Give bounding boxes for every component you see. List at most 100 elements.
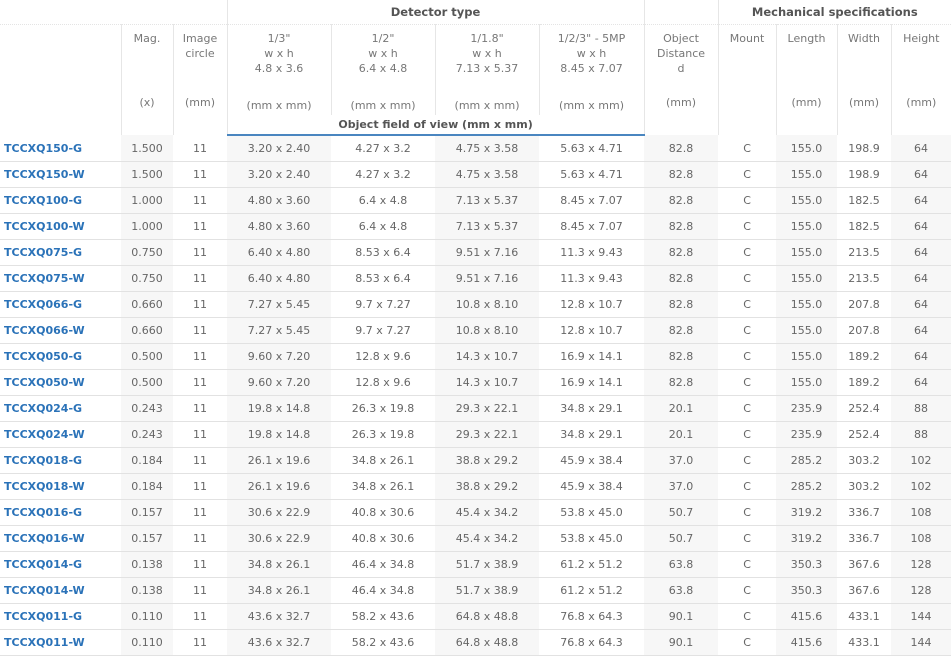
cell-image-circle: 11 (173, 187, 228, 214)
cell-fov-1-1.8: 38.8 x 29.2 (435, 447, 540, 474)
table-row: TCCXQ050-W 0.500 11 9.60 x 7.20 12.8 x 9.6 14… (0, 369, 951, 396)
cell-fov-1-2: 58.2 x 43.6 (331, 629, 436, 656)
cell-product-name[interactable]: TCCXQ018-G (0, 447, 121, 474)
cell-height: 88 (891, 421, 951, 448)
cell-product-name[interactable]: TCCXQ011-G (0, 603, 121, 630)
cell-width: 198.9 (837, 161, 892, 188)
header-detector-5mp: 1/2/3" - 5MP w x h 8.45 x 7.07 (538, 24, 645, 95)
cell-image-circle: 11 (173, 213, 228, 240)
cell-fov-1-2: 4.27 x 3.2 (331, 135, 436, 162)
cell-product-name[interactable]: TCCXQ016-W (0, 525, 121, 552)
table-row: TCCXQ018-G 0.184 11 26.1 x 19.6 34.8 x 26.1 3… (0, 447, 951, 474)
unit-width: (mm) (836, 95, 892, 135)
cell-fov-1-3: 3.20 x 2.40 (227, 161, 332, 188)
cell-fov-1-2: 12.8 x 9.6 (331, 343, 436, 370)
cell-product-name[interactable]: TCCXQ018-W (0, 473, 121, 500)
cell-product-name[interactable]: TCCXQ014-W (0, 577, 121, 604)
cell-magnification: 0.138 (121, 551, 173, 578)
cell-width: 303.2 (837, 473, 892, 500)
cell-length: 155.0 (776, 291, 838, 318)
cell-product-name[interactable]: TCCXQ100-W (0, 213, 121, 240)
cell-width: 367.6 (837, 577, 892, 604)
cell-fov-5mp: 8.45 x 7.07 (539, 187, 645, 214)
cell-fov-5mp: 61.2 x 51.2 (539, 551, 645, 578)
cell-product-name[interactable]: TCCXQ075-W (0, 265, 121, 292)
cell-magnification: 0.184 (121, 473, 173, 500)
cell-product-name[interactable]: TCCXQ024-W (0, 421, 121, 448)
table-row: TCCXQ024-G 0.243 11 19.8 x 14.8 26.3 x 19.8 2… (0, 395, 951, 422)
cell-object-distance: 50.7 (644, 499, 719, 526)
cell-fov-1-3: 4.80 x 3.60 (227, 213, 332, 240)
cell-product-name[interactable]: TCCXQ066-G (0, 291, 121, 318)
cell-width: 336.7 (837, 499, 892, 526)
cell-object-distance: 90.1 (644, 603, 719, 630)
cell-product-name[interactable]: TCCXQ050-G (0, 343, 121, 370)
cell-fov-5mp: 61.2 x 51.2 (539, 577, 645, 604)
cell-fov-5mp: 16.9 x 14.1 (539, 369, 645, 396)
table-row: TCCXQ050-G 0.500 11 9.60 x 7.20 12.8 x 9.6 14… (0, 343, 951, 370)
cell-fov-5mp: 45.9 x 38.4 (539, 447, 645, 474)
cell-length: 155.0 (776, 187, 838, 214)
cell-mount: C (718, 447, 777, 474)
cell-fov-1-1.8: 64.8 x 48.8 (435, 603, 540, 630)
cell-object-distance: 63.8 (644, 577, 719, 604)
header-spacer (0, 0, 228, 25)
cell-fov-5mp: 8.45 x 7.07 (539, 213, 645, 240)
cell-fov-1-1.8: 4.75 x 3.58 (435, 135, 540, 162)
group-header-mechanical: Mechanical specifications (717, 0, 951, 25)
cell-product-name[interactable]: TCCXQ011-W (0, 629, 121, 656)
cell-length: 350.3 (776, 577, 838, 604)
cell-height: 108 (891, 499, 951, 526)
cell-height: 108 (891, 525, 951, 552)
cell-fov-1-2: 26.3 x 19.8 (331, 421, 436, 448)
cell-fov-1-3: 4.80 x 3.60 (227, 187, 332, 214)
cell-fov-1-1.8: 45.4 x 34.2 (435, 525, 540, 552)
cell-mount: C (718, 421, 777, 448)
cell-product-name[interactable]: TCCXQ150-G (0, 135, 121, 162)
cell-product-name[interactable]: TCCXQ016-G (0, 499, 121, 526)
cell-product-name[interactable]: TCCXQ100-G (0, 187, 121, 214)
cell-magnification: 0.500 (121, 369, 173, 396)
cell-fov-1-2: 8.53 x 6.4 (331, 239, 436, 266)
cell-fov-1-1.8: 7.13 x 5.37 (435, 213, 540, 240)
cell-image-circle: 11 (173, 577, 228, 604)
cell-object-distance: 50.7 (644, 525, 719, 552)
cell-fov-5mp: 12.8 x 10.7 (539, 291, 645, 318)
cell-fov-1-3: 30.6 x 22.9 (227, 525, 332, 552)
cell-height: 64 (891, 135, 951, 162)
cell-magnification: 0.660 (121, 317, 173, 344)
cell-fov-1-3: 9.60 x 7.20 (227, 343, 332, 370)
cell-width: 336.7 (837, 525, 892, 552)
table-body: TCCXQ150-G 1.500 11 3.20 x 2.40 4.27 x 3.2 4.… (0, 135, 951, 656)
cell-fov-5mp: 34.8 x 29.1 (539, 421, 645, 448)
cell-fov-5mp: 76.8 x 64.3 (539, 629, 645, 656)
fov-label: Object field of view (mm x mm) (226, 115, 645, 136)
cell-mount: C (718, 551, 777, 578)
table-row: TCCXQ150-G 1.500 11 3.20 x 2.40 4.27 x 3.2 4.… (0, 135, 951, 162)
cell-image-circle: 11 (173, 317, 228, 344)
cell-object-distance: 37.0 (644, 473, 719, 500)
header-image-circle: Image circle (172, 24, 228, 95)
cell-product-name[interactable]: TCCXQ024-G (0, 395, 121, 422)
cell-magnification: 0.110 (121, 603, 173, 630)
cell-product-name[interactable]: TCCXQ066-W (0, 317, 121, 344)
header-detector-1-1.8: 1/1.8" w x h 7.13 x 5.37 (434, 24, 540, 95)
cell-width: 189.2 (837, 369, 892, 396)
cell-fov-5mp: 11.3 x 9.43 (539, 239, 645, 266)
cell-image-circle: 11 (173, 525, 228, 552)
cell-fov-1-2: 8.53 x 6.4 (331, 265, 436, 292)
cell-image-circle: 11 (173, 369, 228, 396)
cell-product-name[interactable]: TCCXQ075-G (0, 239, 121, 266)
unit-mag: (x) (120, 95, 173, 135)
cell-product-name[interactable]: TCCXQ050-W (0, 369, 121, 396)
cell-fov-5mp: 11.3 x 9.43 (539, 265, 645, 292)
cell-fov-5mp: 76.8 x 64.3 (539, 603, 645, 630)
cell-product-name[interactable]: TCCXQ150-W (0, 161, 121, 188)
cell-length: 285.2 (776, 447, 838, 474)
cell-fov-1-3: 19.8 x 14.8 (227, 395, 332, 422)
cell-length: 235.9 (776, 421, 838, 448)
cell-fov-5mp: 5.63 x 4.71 (539, 161, 645, 188)
cell-object-distance: 63.8 (644, 551, 719, 578)
cell-product-name[interactable]: TCCXQ014-G (0, 551, 121, 578)
cell-image-circle: 11 (173, 161, 228, 188)
